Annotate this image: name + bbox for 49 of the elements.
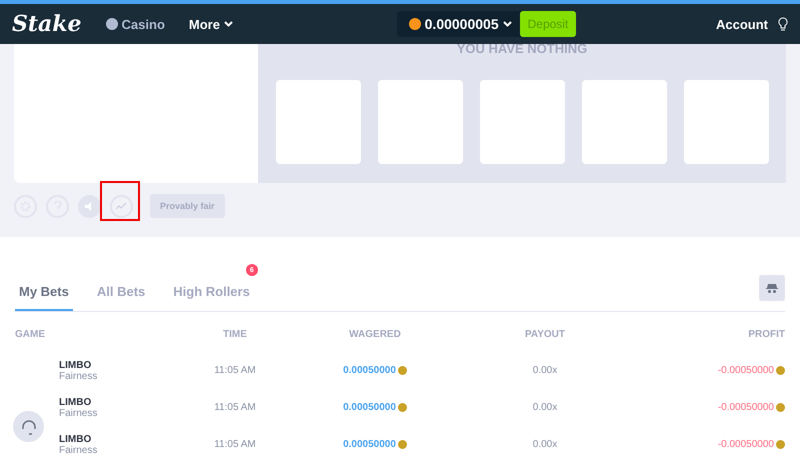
time-cell-text: 11:05 AM bbox=[213, 365, 257, 376]
fairness-link[interactable]: Fairness bbox=[59, 444, 185, 456]
balance-selector[interactable]: 0.00000005 bbox=[396, 16, 520, 32]
time-cell-text: 11:05 AM bbox=[213, 439, 257, 450]
provably-fair-button[interactable]: Provably fair bbox=[150, 194, 225, 218]
profit-cell: -0.00050000 bbox=[718, 439, 774, 450]
column-header: PAYOUT bbox=[524, 328, 566, 342]
support-button[interactable] bbox=[13, 411, 44, 442]
chevron-icon bbox=[502, 21, 512, 27]
payout-cell-text: 0.00x bbox=[532, 365, 558, 376]
game-name: LIMBO bbox=[59, 434, 92, 444]
incognito-button[interactable] bbox=[759, 275, 785, 301]
wagered-cell: 0.00050000 bbox=[343, 365, 396, 376]
fairness-link[interactable]: Fairness bbox=[59, 370, 185, 382]
fairness-link[interactable]: Fairness bbox=[59, 408, 185, 418]
chart-icon bbox=[116, 202, 127, 210]
bitcoin-icon bbox=[408, 18, 421, 30]
bets-tab[interactable]: All Bets bbox=[92, 284, 150, 311]
coin-icon bbox=[398, 440, 407, 449]
coin-icon bbox=[776, 440, 785, 449]
coin-icon bbox=[398, 366, 407, 375]
account-link[interactable]: Account bbox=[716, 16, 768, 32]
column-header: PROFIT bbox=[747, 328, 785, 342]
game-name: LIMBO bbox=[59, 396, 92, 408]
payout-cell-text: 0.00x bbox=[532, 402, 558, 413]
wagered-cell: 0.00050000 bbox=[343, 402, 396, 413]
chevron-icon bbox=[224, 21, 233, 27]
casino-link[interactable]: Casino bbox=[106, 16, 165, 32]
profit-cell: -0.00050000 bbox=[718, 365, 774, 376]
bets-tab[interactable]: My Bets bbox=[15, 284, 73, 311]
lightbulb-icon[interactable] bbox=[778, 16, 788, 32]
panel-title: YOU HAVE NOTHING bbox=[456, 41, 588, 56]
coin-icon bbox=[776, 403, 785, 412]
more-menu[interactable]: More bbox=[188, 16, 233, 32]
column-header: WAGERED bbox=[348, 328, 402, 342]
deposit-button[interactable]: Deposit bbox=[520, 11, 576, 37]
wagered-cell: 0.00050000 bbox=[343, 439, 396, 450]
coin-icon bbox=[776, 366, 785, 375]
column-header: GAME bbox=[15, 328, 46, 342]
column-header: TIME bbox=[222, 328, 248, 342]
profit-cell: -0.00050000 bbox=[718, 402, 774, 413]
incognito-icon bbox=[766, 284, 778, 292]
headset-icon bbox=[20, 418, 36, 434]
payout-cell-text: 0.00x bbox=[532, 439, 558, 450]
game-name: LIMBO bbox=[59, 360, 92, 370]
coin-icon bbox=[398, 403, 407, 412]
sound-button[interactable] bbox=[78, 194, 101, 218]
logo[interactable]: Stake bbox=[12, 11, 82, 37]
time-cell-text: 11:05 AM bbox=[213, 402, 257, 413]
